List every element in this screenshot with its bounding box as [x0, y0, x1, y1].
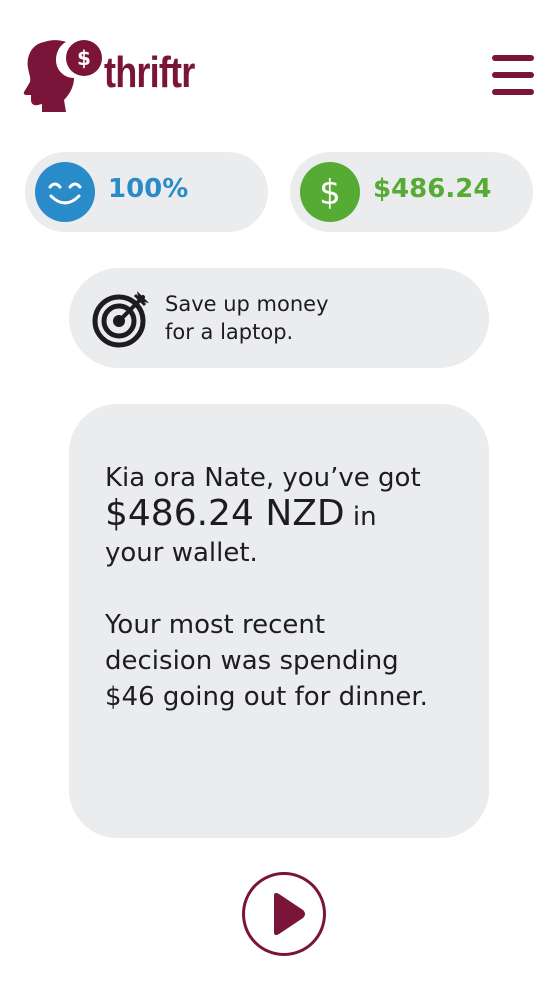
balance-stat[interactable]: $ $486.24: [290, 152, 533, 232]
mood-value: 100%: [108, 174, 189, 204]
play-button[interactable]: [242, 872, 326, 956]
target-dart-icon: [92, 291, 149, 348]
balance-value: $486.24: [373, 174, 492, 204]
mood-stat[interactable]: 100%: [25, 152, 268, 232]
balance-line-suffix: in: [344, 502, 377, 532]
smiley-face-icon: [35, 162, 95, 222]
menu-bar: [492, 72, 534, 78]
savings-goal[interactable]: Save up money for a laptop.: [69, 268, 489, 368]
balance-line: $486.24 NZD in: [105, 496, 475, 535]
recent-decision-line: Your most recent: [105, 610, 326, 640]
goal-description: Save up money for a laptop.: [165, 290, 365, 346]
app-header: $ thriftr: [0, 0, 557, 130]
head-with-dollar-icon: $: [23, 40, 102, 112]
menu-bar: [492, 55, 534, 61]
menu-bar: [492, 89, 534, 95]
greeting-line: Kia ora Nate, you’ve got: [105, 463, 421, 493]
hamburger-menu-icon[interactable]: [490, 55, 536, 97]
svg-text:$: $: [77, 46, 91, 70]
wallet-message: Kia ora Nate, you’ve got $486.24 NZD in …: [105, 460, 475, 715]
recent-decision-line: $46 going out for dinner.: [105, 682, 428, 712]
wallet-amount: $486.24 NZD: [105, 493, 345, 534]
wallet-message-card: Kia ora Nate, you’ve got $486.24 NZD in …: [69, 404, 489, 838]
brand-name: thriftr: [104, 48, 195, 97]
goal-line: Save up money: [165, 292, 329, 316]
play-icon: [274, 892, 305, 936]
thriftr-logo[interactable]: $ thriftr: [22, 34, 202, 118]
dollar-coin-icon: $: [300, 162, 360, 222]
recent-decision-line: decision was spending: [105, 646, 399, 676]
svg-text:$: $: [319, 173, 341, 213]
goal-line: for a laptop.: [165, 320, 294, 344]
wallet-line: your wallet.: [105, 538, 258, 568]
